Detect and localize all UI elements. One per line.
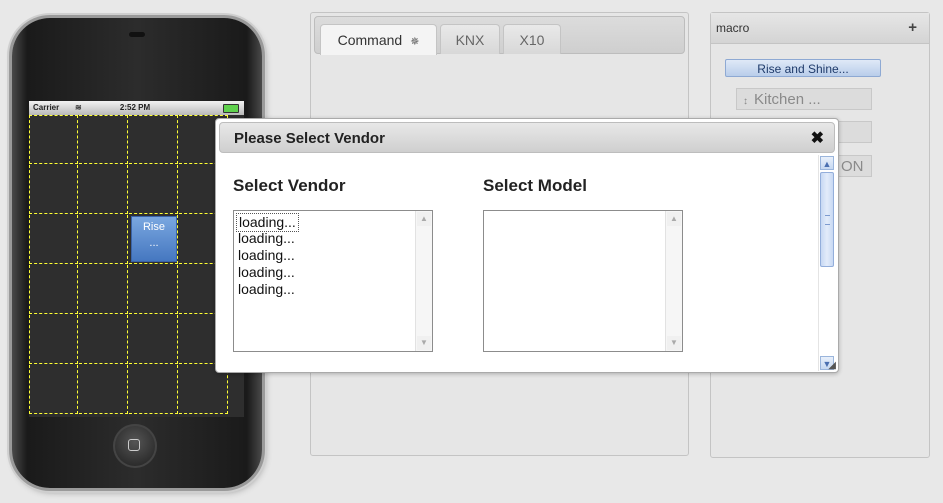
dialog-scrollbar[interactable]: ▲ ▼ ◢ (818, 155, 836, 371)
list-item[interactable]: loading... (238, 230, 295, 247)
scroll-up-icon[interactable]: ▲ (667, 212, 681, 226)
grid-cell[interactable] (29, 315, 78, 364)
macro-item-on-label: ON (841, 158, 864, 175)
layout-grid[interactable] (29, 115, 244, 417)
grid-cell[interactable] (129, 365, 178, 414)
tab-bar: Command ✵ KNX X10 (314, 16, 685, 55)
sort-arrows-icon: ↕ (743, 96, 748, 107)
macro-header: macro + (711, 13, 929, 44)
speaker-slot (129, 32, 145, 37)
grid-cell[interactable] (29, 265, 78, 314)
status-time: 2:52 PM (119, 103, 151, 112)
model-listbox[interactable]: ▲ ▼ (483, 210, 683, 352)
list-item[interactable]: loading... (238, 247, 295, 264)
grid-cell[interactable] (129, 315, 178, 364)
grid-cell[interactable] (79, 365, 128, 414)
macro-item-kitchen-label: Kitchen ... (754, 91, 821, 108)
vendor-scrollbar[interactable]: ▲ ▼ (415, 211, 432, 351)
grid-cell[interactable] (29, 365, 78, 414)
scroll-thumb[interactable] (820, 172, 834, 267)
scroll-down-icon[interactable]: ▼ (667, 336, 681, 350)
rise-button-line1: Rise (142, 221, 165, 233)
grid-cell[interactable] (129, 115, 178, 164)
close-icon[interactable]: ✖ (811, 123, 824, 154)
grid-cell[interactable] (79, 315, 128, 364)
macro-item-kitchen[interactable]: ↕ Kitchen ... (736, 88, 872, 110)
select-vendor-label: Select Vendor (233, 176, 346, 195)
grid-cell[interactable] (29, 215, 78, 264)
tab-x10-label: X10 (519, 32, 545, 48)
select-vendor-dialog: Please Select Vendor ✖ Select Vendor Sel… (215, 118, 839, 373)
status-bar: Carrier ≋ 2:52 PM (29, 101, 244, 115)
rise-button[interactable]: Rise ... (131, 216, 177, 262)
scroll-up-icon[interactable]: ▲ (820, 156, 834, 170)
tab-knx-label: KNX (455, 32, 485, 48)
scroll-up-icon[interactable]: ▲ (417, 212, 431, 226)
grid-cell[interactable] (79, 265, 128, 314)
resize-handle-icon[interactable]: ◢ (828, 360, 836, 371)
home-square-icon (128, 439, 140, 451)
tab-command[interactable]: Command ✵ (320, 24, 437, 55)
battery-icon (223, 104, 239, 113)
scroll-down-icon[interactable]: ▼ (417, 336, 431, 350)
list-item[interactable]: loading... (238, 264, 295, 281)
grid-cell[interactable] (129, 265, 178, 314)
select-model-label: Select Model (483, 176, 587, 195)
grid-cell[interactable] (29, 115, 78, 164)
tab-knx[interactable]: KNX (440, 24, 500, 54)
tab-command-label: Command (337, 32, 403, 48)
macro-title: macro (716, 21, 750, 35)
rise-button-line2: ... (149, 237, 159, 249)
carrier-label: Carrier (33, 103, 60, 112)
home-button[interactable] (113, 424, 157, 468)
model-scrollbar[interactable]: ▲ ▼ (665, 211, 682, 351)
dialog-titlebar[interactable]: Please Select Vendor ✖ (219, 122, 835, 153)
phone-screen: Carrier ≋ 2:52 PM Rise ... (29, 101, 244, 417)
clipped-content (230, 364, 350, 372)
grid-cell[interactable] (129, 165, 178, 214)
tab-x10[interactable]: X10 (503, 24, 561, 54)
grip-icon (825, 215, 830, 225)
wifi-icon: ≋ (75, 103, 82, 112)
grid-cell[interactable] (79, 165, 128, 214)
grid-cell[interactable] (79, 215, 128, 264)
macro-rise-and-shine[interactable]: Rise and Shine... (725, 59, 881, 77)
gear-icon: ✵ (410, 36, 420, 48)
grid-cell[interactable] (79, 115, 128, 164)
vendor-listbox[interactable]: loading... loading... loading... loading… (233, 210, 433, 352)
add-macro-icon[interactable]: + (908, 13, 917, 43)
dialog-title: Please Select Vendor (234, 130, 385, 147)
grid-cell[interactable] (29, 165, 78, 214)
list-item[interactable]: loading... (238, 281, 295, 298)
